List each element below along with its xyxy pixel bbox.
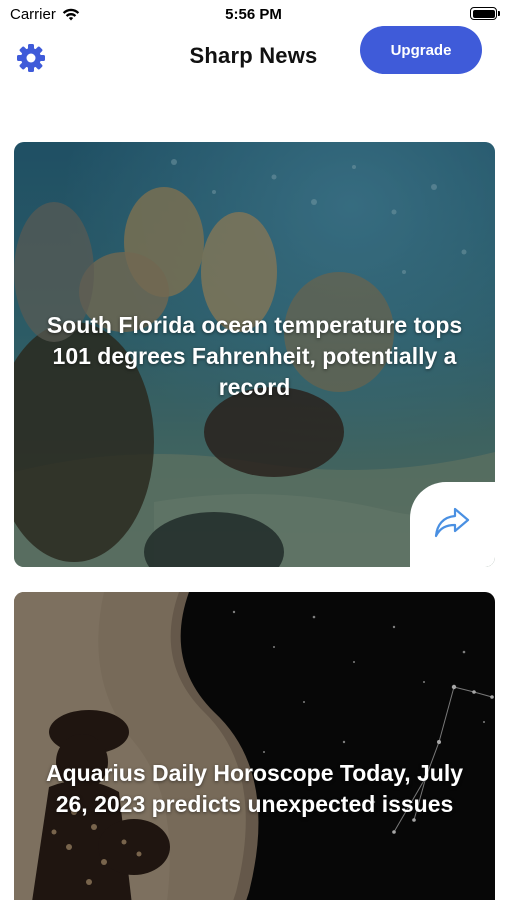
share-arrow-icon [434, 507, 470, 538]
battery-icon [470, 7, 500, 20]
app-header: Sharp News Upgrade [0, 26, 507, 86]
image-overlay [14, 592, 495, 900]
status-time: 5:56 PM [225, 6, 282, 23]
upgrade-button[interactable]: Upgrade [360, 26, 482, 74]
article-card[interactable]: South Florida ocean temperature tops 101… [14, 142, 495, 567]
article-card[interactable]: Aquarius Daily Horoscope Today, July 26,… [14, 592, 495, 900]
article-headline[interactable]: Aquarius Daily Horoscope Today, July 26,… [34, 758, 475, 820]
share-button[interactable] [410, 482, 495, 567]
article-headline[interactable]: South Florida ocean temperature tops 101… [34, 310, 475, 403]
